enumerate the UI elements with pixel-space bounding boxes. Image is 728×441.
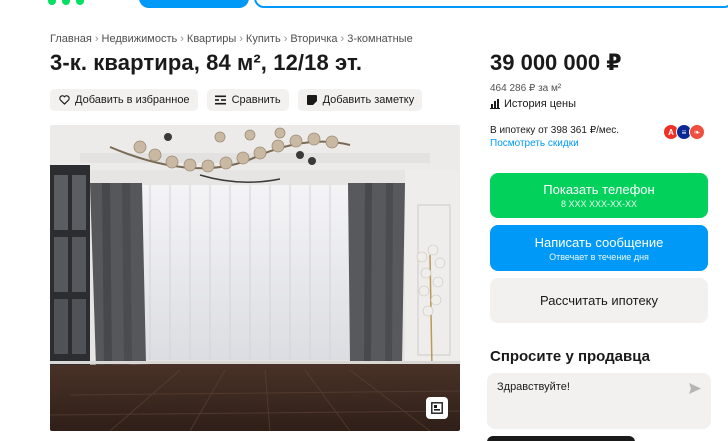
- add-to-favorites-button[interactable]: Добавить в избранное: [50, 89, 198, 111]
- add-note-button[interactable]: Добавить заметку: [297, 89, 423, 111]
- calculate-mortgage-button[interactable]: Рассчитать ипотеку: [490, 278, 708, 323]
- search-input[interactable]: [254, 0, 728, 8]
- price-per-meter: 464 286 ₽ за м²: [490, 83, 562, 94]
- price-history-label: История цены: [504, 98, 576, 110]
- send-icon[interactable]: [689, 381, 701, 399]
- breadcrumb-separator: ›: [340, 33, 345, 45]
- breadcrumb-separator: ›: [283, 33, 288, 45]
- add-to-favorites-label: Добавить в избранное: [75, 94, 190, 106]
- response-time: Отвечает в течение дня: [549, 251, 649, 262]
- room-photo-image: [50, 125, 460, 431]
- logo[interactable]: [48, 0, 120, 5]
- breadcrumb-separator: ›: [94, 33, 99, 45]
- listing-actions: Добавить в избранное Сравнить Добавить з…: [50, 89, 423, 111]
- add-note-label: Добавить заметку: [322, 94, 415, 106]
- calculate-mortgage-label: Рассчитать ипотеку: [539, 293, 659, 308]
- note-icon: [306, 94, 318, 106]
- breadcrumb: Главная › Недвижимость › Квартиры › Купить › Вто…: [50, 33, 413, 45]
- all-categories-button[interactable]: [139, 0, 249, 8]
- top-header-strip: [0, 0, 728, 12]
- breadcrumb-item-home[interactable]: Главная: [50, 33, 92, 45]
- page-title: 3-к. квартира, 84 м², 12/18 эт.: [50, 50, 363, 75]
- breadcrumb-separator: ›: [239, 33, 243, 45]
- seller-message-text: Здравствуйте!: [497, 381, 570, 393]
- gallery-icon[interactable]: [426, 397, 448, 419]
- breadcrumb-item-realty[interactable]: Недвижимость: [102, 33, 178, 45]
- breadcrumb-item-apartments[interactable]: Квартиры: [187, 33, 236, 45]
- compare-button[interactable]: Сравнить: [206, 89, 289, 111]
- phone-mask: 8 XXX XXX-XX-XX: [560, 199, 638, 209]
- compare-icon: [215, 94, 227, 106]
- breadcrumb-item-3-rooms[interactable]: 3-комнатные: [347, 33, 412, 45]
- breadcrumb-item-secondary[interactable]: Вторичка: [290, 33, 337, 45]
- show-phone-label: Показать телефон: [543, 182, 655, 197]
- breadcrumb-item-buy[interactable]: Купить: [246, 33, 281, 45]
- listing-photo[interactable]: [50, 125, 460, 431]
- bank-logos: А ≡ ❧: [663, 124, 705, 140]
- write-message-label: Написать сообщение: [534, 234, 664, 250]
- ask-question-button[interactable]: [487, 436, 635, 441]
- write-message-button[interactable]: Написать сообщение Отвечает в течение дн…: [490, 225, 708, 271]
- heart-icon: [58, 94, 70, 106]
- bank-icon: ❧: [689, 124, 705, 140]
- ask-seller-title: Спросите у продавца: [490, 348, 650, 365]
- seller-message-input[interactable]: Здравствуйте!: [487, 373, 711, 429]
- price: 39 000 000 ₽: [490, 50, 622, 75]
- breadcrumb-separator: ›: [180, 33, 184, 45]
- mortgage-offer: В ипотеку от 398 361 ₽/мес.: [490, 125, 620, 136]
- view-discounts-link[interactable]: Посмотреть скидки: [490, 138, 579, 149]
- price-history-link[interactable]: История цены: [490, 98, 576, 110]
- chart-icon: [490, 99, 500, 109]
- show-phone-button[interactable]: Показать телефон 8 XXX XXX-XX-XX: [490, 173, 708, 218]
- compare-label: Сравнить: [231, 94, 281, 106]
